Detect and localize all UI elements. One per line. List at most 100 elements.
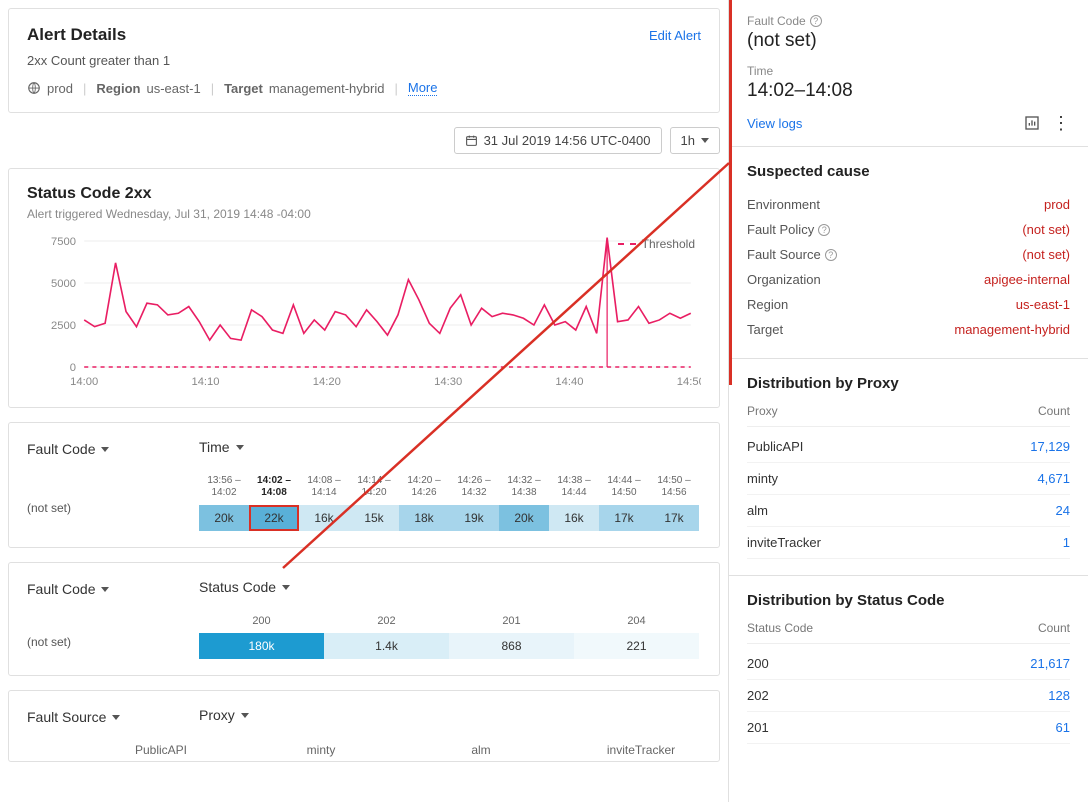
side-panel: Fault Code ? (not set) Time 14:02–14:08 … — [728, 0, 1088, 802]
bucket-header: 14:08 –14:14 — [299, 475, 349, 505]
status-bar-header: 200 — [199, 615, 324, 633]
cause-key: Region — [747, 297, 788, 312]
globe-icon — [27, 81, 41, 95]
cause-row: Region us-east-1 — [747, 292, 1070, 317]
time-dropdown[interactable]: Time — [199, 439, 244, 455]
view-logs-link[interactable]: View logs — [747, 116, 802, 131]
status-bar[interactable]: 200180k — [199, 615, 324, 659]
fault-status-card: Fault Code Status Code (not set) 200180k… — [8, 562, 720, 676]
chart-title: Status Code 2xx — [27, 185, 701, 203]
time-bucket[interactable]: 14:50 –14:5617k — [649, 475, 699, 531]
svg-text:14:20: 14:20 — [313, 376, 341, 388]
cause-key: Target — [747, 322, 783, 337]
bucket-header: 14:32 –14:38 — [499, 475, 549, 505]
help-icon[interactable]: ? — [810, 15, 822, 27]
time-bucket[interactable]: 14:32 –14:3820k — [499, 475, 549, 531]
alert-condition: 2xx Count greater than 1 — [27, 53, 701, 68]
target-value: management-hybrid — [269, 81, 385, 96]
svg-text:0: 0 — [70, 362, 76, 374]
dist-row[interactable]: 20021,617 — [747, 648, 1070, 680]
status-bar[interactable]: 204221 — [574, 615, 699, 659]
status-bar-value: 868 — [449, 633, 574, 659]
region-label: Region — [96, 81, 140, 96]
bucket-value: 16k — [299, 505, 349, 531]
dist-row[interactable]: PublicAPI17,129 — [747, 431, 1070, 463]
more-menu-icon[interactable]: ⋮ — [1052, 114, 1070, 132]
cause-value: us-east-1 — [1016, 297, 1070, 312]
date-label: 31 Jul 2019 14:56 UTC-0400 — [484, 133, 651, 148]
svg-text:14:50: 14:50 — [677, 376, 701, 388]
date-picker-button[interactable]: 31 Jul 2019 14:56 UTC-0400 — [454, 127, 662, 154]
more-link[interactable]: More — [408, 80, 438, 96]
status-code-dropdown[interactable]: Status Code — [199, 579, 290, 595]
status-bar[interactable]: 2021.4k — [324, 615, 449, 659]
fault-proxy-card: Fault Source Proxy PublicAPImintyalminvi… — [8, 690, 720, 762]
dist-proxy-title: Distribution by Proxy — [747, 375, 1070, 392]
svg-text:2500: 2500 — [51, 320, 76, 332]
dist-value: 4,671 — [1037, 471, 1070, 486]
side-fault-code-value: (not set) — [747, 30, 1070, 52]
dist-proxy-section: Distribution by Proxy Proxy Count Public… — [729, 358, 1088, 575]
cause-value: (not set) — [1022, 222, 1070, 237]
dist-row[interactable]: minty4,671 — [747, 463, 1070, 495]
fault-code-dropdown-2[interactable]: Fault Code — [27, 581, 187, 597]
time-bucket[interactable]: 14:02 –14:0822k — [249, 475, 299, 531]
time-bucket[interactable]: 14:44 –14:5017k — [599, 475, 649, 531]
proxy-headers: PublicAPImintyalminviteTracker — [101, 743, 701, 757]
dist-status-title: Distribution by Status Code — [747, 592, 1070, 609]
bar-chart-icon[interactable] — [1024, 115, 1040, 131]
cause-row: Organizationapigee-internal — [747, 267, 1070, 292]
bucket-value: 22k — [249, 505, 299, 531]
svg-text:14:10: 14:10 — [191, 376, 219, 388]
proxy-column-header: minty — [261, 743, 381, 757]
status-chart-card: Status Code 2xx Alert triggered Wednesda… — [8, 168, 720, 408]
cause-value: management-hybrid — [954, 322, 1070, 337]
time-bucket[interactable]: 14:08 –14:1416k — [299, 475, 349, 531]
range-picker-button[interactable]: 1h — [670, 127, 720, 154]
dist-key: alm — [747, 503, 768, 518]
alert-title: Alert Details — [27, 25, 126, 45]
dist-key: 200 — [747, 656, 769, 671]
chevron-down-icon — [282, 585, 290, 590]
bucket-value: 16k — [549, 505, 599, 531]
time-bucket[interactable]: 14:26 –14:3219k — [449, 475, 499, 531]
help-icon[interactable]: ? — [825, 249, 837, 261]
dist-key: 202 — [747, 688, 769, 703]
dist-row[interactable]: inviteTracker1 — [747, 527, 1070, 559]
suspected-cause-title: Suspected cause — [747, 163, 1070, 180]
dist-row[interactable]: 20161 — [747, 712, 1070, 744]
proxy-dropdown[interactable]: Proxy — [199, 707, 249, 723]
dist-row[interactable]: 202128 — [747, 680, 1070, 712]
status-bar[interactable]: 201868 — [449, 615, 574, 659]
help-icon[interactable]: ? — [818, 224, 830, 236]
edit-alert-link[interactable]: Edit Alert — [649, 28, 701, 43]
status-bar-value: 1.4k — [324, 633, 449, 659]
time-bucket[interactable]: 14:20 –14:2618k — [399, 475, 449, 531]
dist-status-section: Distribution by Status Code Status Code … — [729, 575, 1088, 760]
calendar-icon — [465, 134, 478, 147]
suspected-cause-section: Suspected cause EnvironmentprodFault Pol… — [729, 146, 1088, 358]
time-bucket[interactable]: 14:14 –14:2015k — [349, 475, 399, 531]
time-bucket[interactable]: 13:56 –14:0220k — [199, 475, 249, 531]
svg-text:14:40: 14:40 — [555, 376, 583, 388]
side-time-value: 14:02–14:08 — [747, 80, 1070, 102]
time-bucket[interactable]: 14:38 –14:4416k — [549, 475, 599, 531]
threshold-legend: Threshold — [618, 237, 695, 251]
cause-row: Environmentprod — [747, 192, 1070, 217]
cause-key: Fault Source? — [747, 247, 837, 262]
bucket-header: 14:38 –14:44 — [549, 475, 599, 505]
bucket-value: 20k — [199, 505, 249, 531]
bucket-header: 14:50 –14:56 — [649, 475, 699, 505]
svg-text:7500: 7500 — [51, 236, 76, 248]
dist-row[interactable]: alm24 — [747, 495, 1070, 527]
cause-row: Fault Policy?(not set) — [747, 217, 1070, 242]
dist-value: 1 — [1063, 535, 1070, 550]
svg-text:14:30: 14:30 — [434, 376, 462, 388]
dist-key: PublicAPI — [747, 439, 803, 454]
chevron-down-icon — [241, 713, 249, 718]
fault-code-dropdown[interactable]: Fault Code — [27, 441, 187, 457]
status-bar-header: 204 — [574, 615, 699, 633]
cause-value: (not set) — [1022, 247, 1070, 262]
dist-value: 61 — [1056, 720, 1070, 735]
fault-source-dropdown[interactable]: Fault Source — [27, 709, 187, 725]
